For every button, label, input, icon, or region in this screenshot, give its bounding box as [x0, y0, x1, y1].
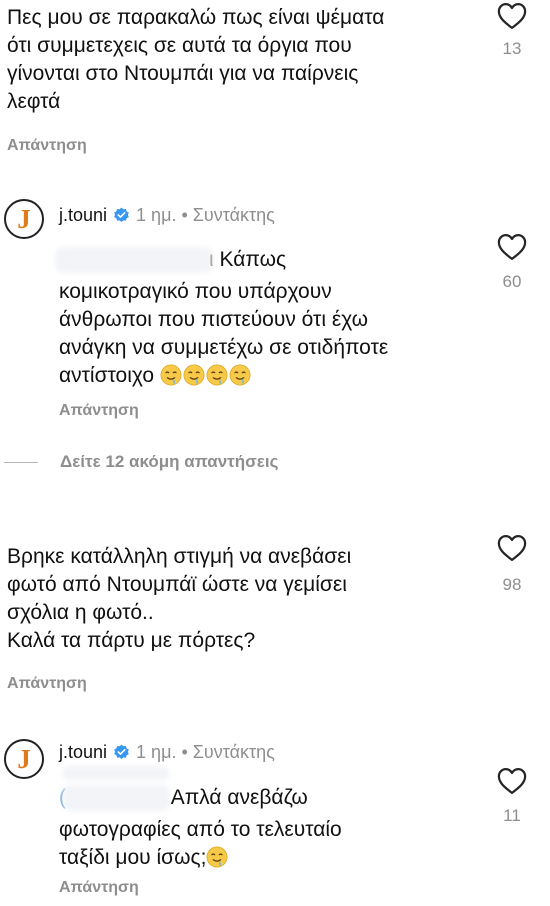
- drooling-face-emoji: [183, 364, 205, 386]
- drooling-face-emoji: [160, 364, 182, 386]
- view-more-label: Δείτε 12 ακόμη απαντήσεις: [60, 452, 279, 471]
- blurred-mention-top: [66, 770, 166, 776]
- like-count: 98: [502, 575, 522, 594]
- avatar-letter: J: [17, 743, 31, 774]
- comment-text: φωτογραφίες από το τελευταίο ταξίδι μου …: [59, 818, 342, 869]
- verified-badge-icon: [113, 207, 130, 224]
- reply-button[interactable]: Απάντηση: [7, 137, 87, 155]
- comment-2: ι Κάπως κομικοτραγικό που υπάρχουν άνθρω…: [59, 246, 469, 390]
- avatar-letter: J: [17, 203, 31, 234]
- comment-header: j.touni 1 ημ. • Συντάκτης: [59, 205, 275, 226]
- like-count: 60: [502, 272, 522, 291]
- comment-text-first: Κάπως: [219, 248, 287, 271]
- reply-button[interactable]: Απάντηση: [59, 402, 139, 420]
- heart-icon[interactable]: [497, 767, 527, 795]
- username[interactable]: j.touni: [59, 205, 107, 226]
- avatar[interactable]: J: [4, 199, 44, 239]
- comment-meta: 1 ημ. • Συντάκτης: [136, 205, 275, 225]
- heart-icon[interactable]: [497, 233, 527, 261]
- username[interactable]: j.touni: [59, 742, 107, 763]
- comment-text: Βρηκε κατάλληλη στιγμή να ανεβάσει φωτό …: [7, 545, 352, 652]
- reply-button[interactable]: Απάντηση: [59, 879, 139, 897]
- comment-text-first: Απλά ανεβάζω: [170, 786, 308, 809]
- reply-button[interactable]: Απάντηση: [7, 675, 87, 693]
- blurred-mention: [59, 251, 209, 270]
- verified-badge-icon: [113, 744, 130, 761]
- like-count: 11: [503, 806, 521, 825]
- mention-head: (: [59, 786, 66, 809]
- comment-meta: 1 ημ. • Συντάκτης: [136, 742, 275, 762]
- heart-icon[interactable]: [497, 2, 527, 30]
- drooling-face-emoji: [206, 364, 228, 386]
- comment-1: Πες μου σε παρακαλώ πως είναι ψέματα ότι…: [7, 4, 477, 116]
- comment-4: ( Απλά ανεβάζω φωτογραφίες από το τελευτ…: [59, 784, 469, 872]
- heart-icon[interactable]: [497, 534, 527, 562]
- comment-3: Βρηκε κατάλληλη στιγμή να ανεβάσει φωτό …: [7, 543, 477, 655]
- drooling-face-emoji: [206, 846, 228, 868]
- mention-tail: ι: [209, 248, 214, 271]
- divider-line: [4, 461, 38, 463]
- avatar[interactable]: J: [4, 739, 44, 779]
- comment-header: j.touni 1 ημ. • Συντάκτης: [59, 742, 275, 763]
- comment-text: Πες μου σε παρακαλώ πως είναι ψέματα ότι…: [7, 6, 385, 113]
- blurred-mention: [66, 789, 166, 808]
- view-more-replies[interactable]: Δείτε 12 ακόμη απαντήσεις: [4, 452, 278, 472]
- drooling-face-emoji: [229, 364, 251, 386]
- like-count: 13: [502, 39, 522, 58]
